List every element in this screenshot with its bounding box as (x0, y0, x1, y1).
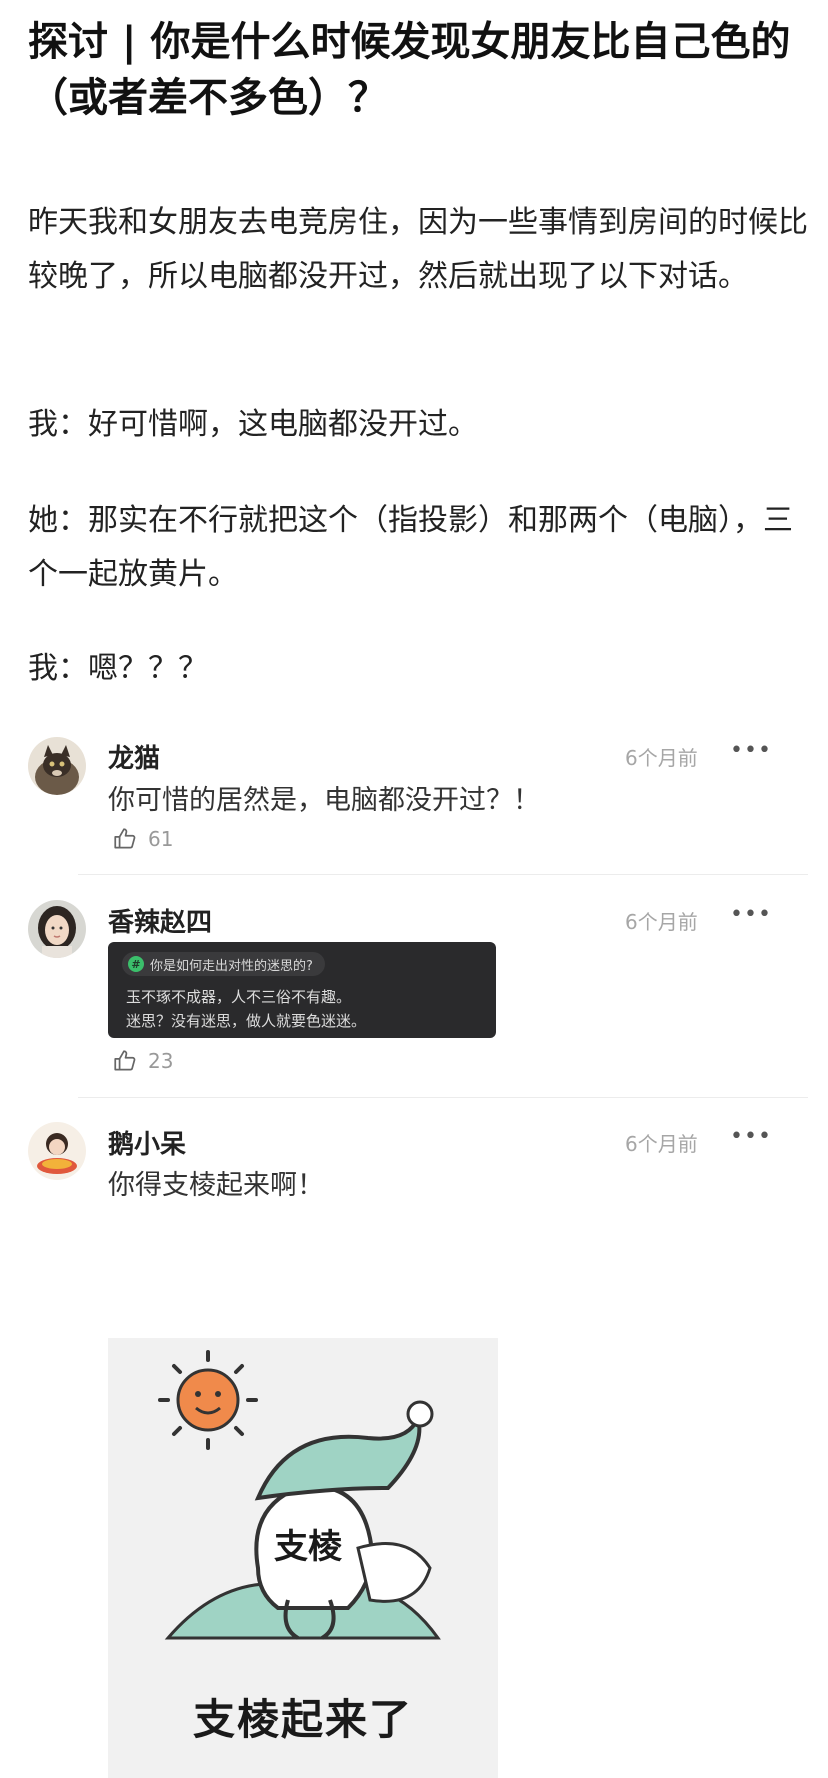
post-paragraph: 她：那实在不行就把这个（指投影）和那两个（电脑），三个一起放黄片。 (28, 503, 793, 592)
hashtag-icon: # (128, 956, 144, 972)
more-options-icon[interactable]: ••• (730, 902, 772, 927)
more-options-icon[interactable]: ••• (730, 1124, 772, 1149)
like-button[interactable]: 61 (112, 826, 173, 852)
comment-text: 你可惜的居然是，电脑都没开过？！ (108, 785, 540, 816)
topic-title: 你是如何走出对性的迷思的? (150, 958, 313, 974)
like-count: 23 (148, 1049, 174, 1073)
comment-divider (78, 1097, 808, 1098)
quote-card[interactable]: # 你是如何走出对性的迷思的? 玉不琢不成器，人不三俗不有趣。 迷思？没有迷思，… (108, 942, 496, 1038)
comment-divider (78, 874, 808, 875)
post-paragraph: 昨天我和女朋友去电竞房住，因为一些事情到房间的时候比较晚了，所以电脑都没开过，然… (28, 205, 808, 294)
cat-avatar[interactable] (28, 737, 86, 795)
post-paragraph: 我：好可惜啊，这电脑都没开过。 (28, 407, 478, 442)
like-count: 61 (148, 827, 174, 851)
topic-tag[interactable]: # 你是如何走出对性的迷思的? (122, 952, 325, 976)
thumbs-up-icon (114, 828, 136, 849)
meme-label: 支棱 (274, 1527, 343, 1567)
comment-time: 6个月前 (625, 1132, 698, 1156)
thumbs-up-icon (114, 1050, 136, 1071)
quote-line: 玉不琢不成器，人不三俗不有趣。 (126, 988, 352, 1006)
girl-avatar[interactable] (28, 1122, 86, 1180)
meme-image[interactable]: 支棱 支棱起来了 (108, 1338, 498, 1778)
like-button[interactable]: 23 (112, 1048, 173, 1074)
post-title: 探讨 | 你是什么时候发现女朋友比自己色的（或者差不多色）？ (28, 19, 791, 121)
comment-time: 6个月前 (625, 910, 698, 934)
sun-icon (158, 1350, 258, 1450)
meme-caption: 支棱起来了 (192, 1695, 413, 1744)
comment-time: 6个月前 (625, 746, 698, 770)
post-paragraph: 我：嗯？？？ (28, 651, 208, 686)
more-options-icon[interactable]: ••• (730, 738, 772, 763)
woman-avatar[interactable] (28, 900, 86, 958)
comment-text: 你得支棱起来啊！ (108, 1170, 324, 1201)
comment-author[interactable]: 鹅小呆 (108, 1124, 186, 1161)
quote-line: 迷思？没有迷思，做人就要色迷迷。 (126, 1012, 367, 1030)
comment-author[interactable]: 龙猫 (108, 738, 160, 775)
comment-author[interactable]: 香辣赵四 (108, 902, 212, 939)
